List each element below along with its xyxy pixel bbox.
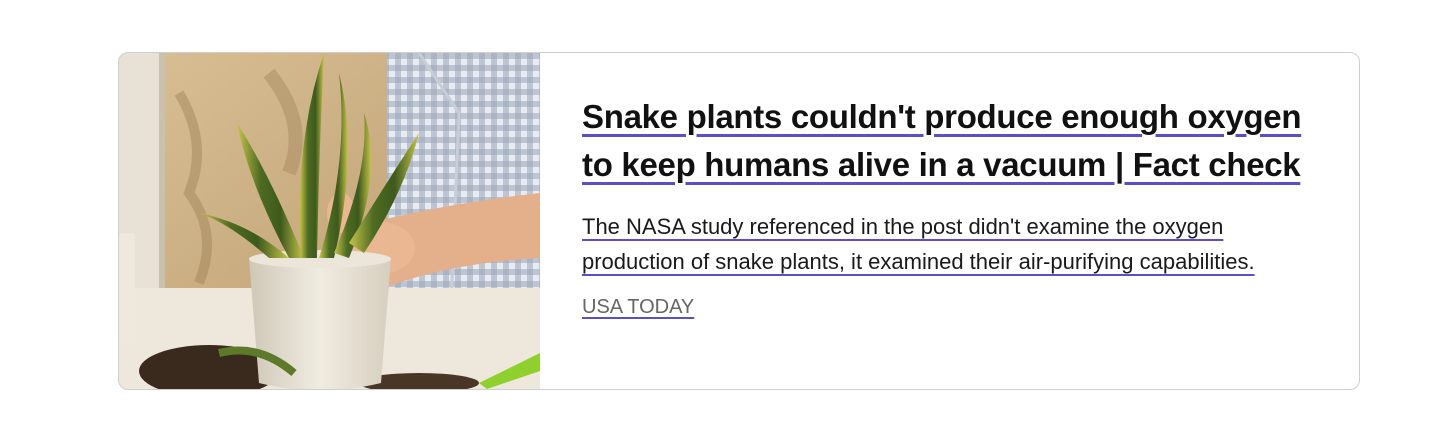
article-link-card[interactable]: Snake plants couldn't produce enough oxy…	[118, 52, 1360, 390]
article-thumbnail-image[interactable]	[119, 53, 540, 389]
article-source[interactable]: USA TODAY	[582, 293, 1319, 321]
article-description[interactable]: The NASA study referenced in the post di…	[582, 209, 1319, 279]
article-card-body[interactable]: Snake plants couldn't produce enough oxy…	[540, 53, 1359, 389]
article-headline[interactable]: Snake plants couldn't produce enough oxy…	[582, 93, 1319, 189]
